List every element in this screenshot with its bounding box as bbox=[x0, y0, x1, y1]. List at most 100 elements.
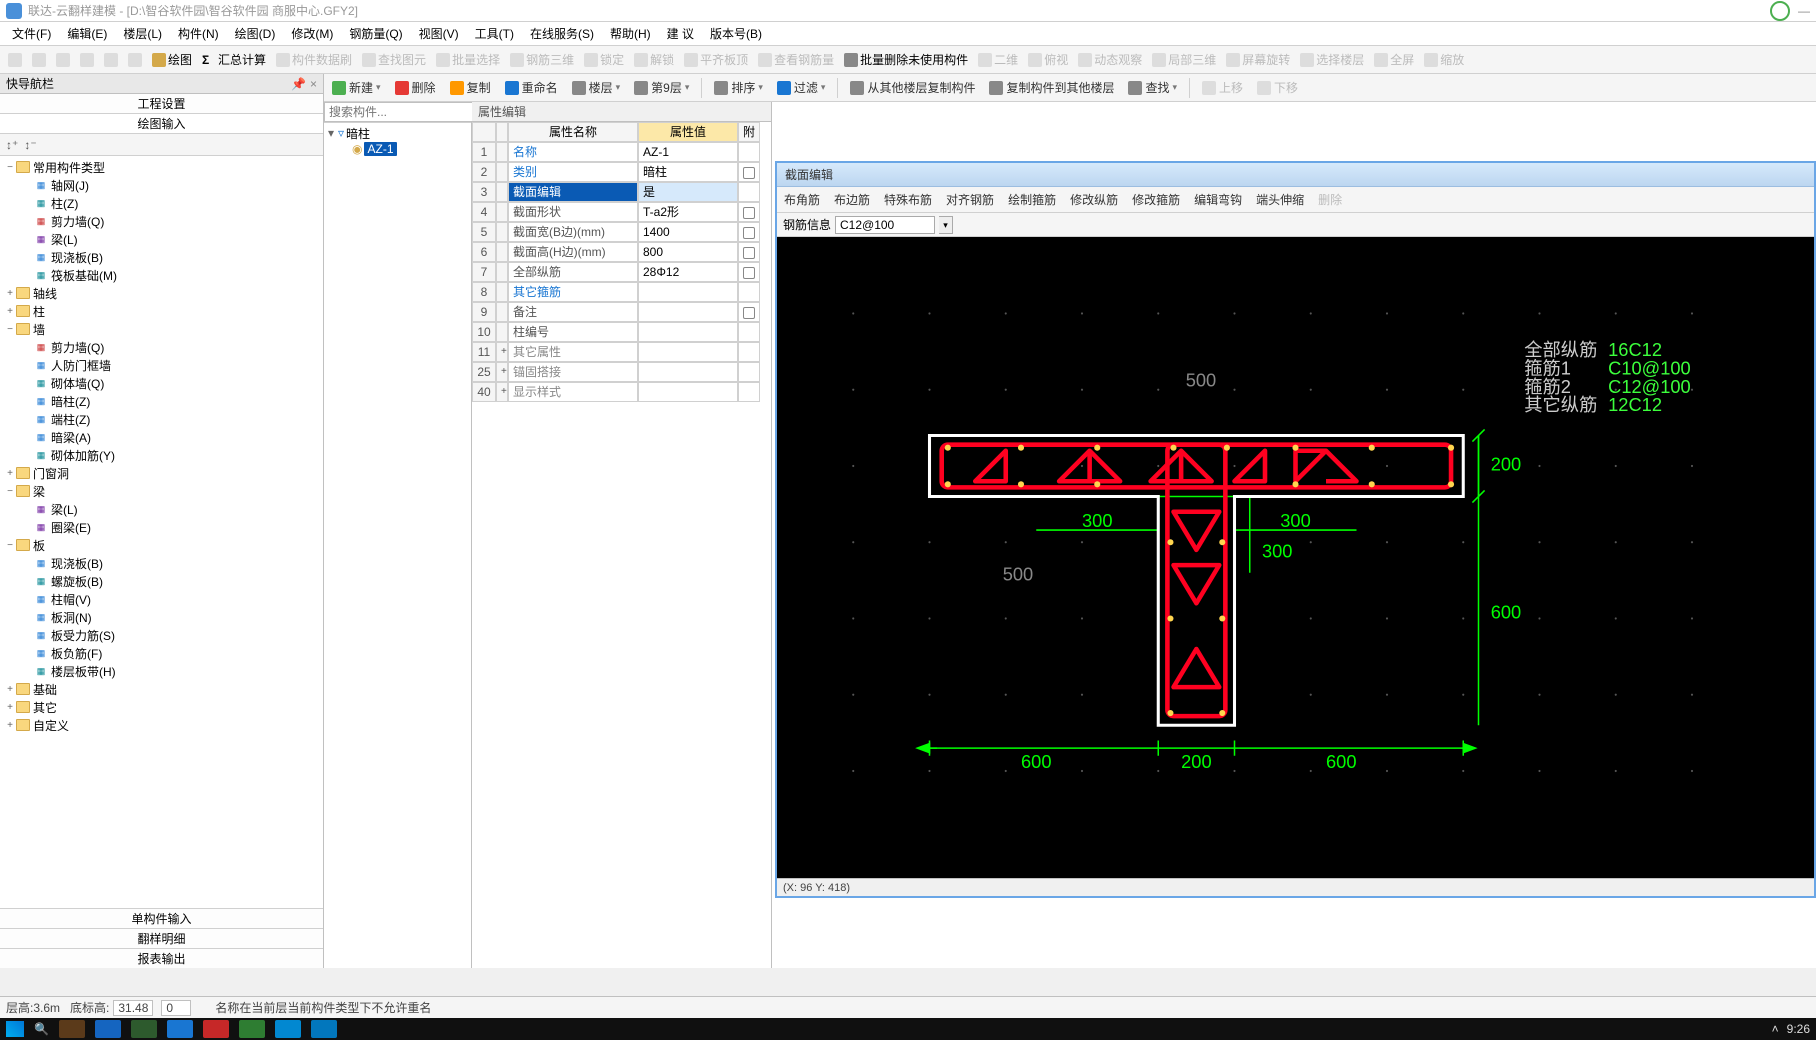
rebar-input[interactable] bbox=[835, 216, 935, 234]
tree-node[interactable]: ▦梁(L) bbox=[0, 500, 323, 518]
clock[interactable]: 9:26 bbox=[1787, 1022, 1810, 1036]
tree-node[interactable]: ▦砌体墙(Q) bbox=[0, 374, 323, 392]
pin-icon[interactable]: 📌 bbox=[291, 77, 306, 91]
subtoolbar-重命名[interactable]: 重命名 bbox=[501, 77, 562, 98]
section-tab[interactable]: 修改箍筋 bbox=[1125, 187, 1187, 212]
prop-value[interactable]: AZ-1 bbox=[638, 142, 738, 162]
collapse-icon[interactable]: ↕⁻ bbox=[24, 138, 36, 152]
tree-node[interactable]: ▦板受力筋(S) bbox=[0, 626, 323, 644]
tree-node[interactable]: −墙 bbox=[0, 320, 323, 338]
menu-item[interactable]: 绘图(D) bbox=[227, 25, 284, 42]
toolbar-item[interactable]: 批量删除未使用构件 bbox=[840, 49, 972, 70]
menu-item[interactable]: 修改(M) bbox=[283, 25, 341, 42]
tree-node[interactable]: ▦暗梁(A) bbox=[0, 428, 323, 446]
prop-checkbox[interactable] bbox=[738, 322, 760, 342]
prop-checkbox[interactable] bbox=[738, 222, 760, 242]
prop-checkbox[interactable] bbox=[738, 142, 760, 162]
expand-icon[interactable]: ↕⁺ bbox=[6, 138, 18, 152]
search-input[interactable] bbox=[324, 102, 489, 122]
tray-up-icon[interactable]: ˄ bbox=[1772, 1022, 1779, 1036]
tree-node[interactable]: ▦板负筋(F) bbox=[0, 644, 323, 662]
menu-item[interactable]: 工具(T) bbox=[467, 25, 522, 42]
task-app-2[interactable] bbox=[95, 1020, 121, 1038]
tree-node[interactable]: ▦轴网(J) bbox=[0, 176, 323, 194]
tree-node[interactable]: +门窗洞 bbox=[0, 464, 323, 482]
tree-node[interactable]: ▦砌体加筋(Y) bbox=[0, 446, 323, 464]
menu-item[interactable]: 构件(N) bbox=[170, 25, 227, 42]
menu-item[interactable]: 文件(F) bbox=[4, 25, 59, 42]
bottom-tab[interactable]: 翻样明细 bbox=[0, 928, 323, 948]
subtoolbar-删除[interactable]: 删除 bbox=[391, 77, 440, 98]
tree-node[interactable]: −板 bbox=[0, 536, 323, 554]
task-app-5[interactable] bbox=[203, 1020, 229, 1038]
prop-expand[interactable]: + bbox=[496, 342, 508, 362]
prop-checkbox[interactable] bbox=[738, 202, 760, 222]
windows-taskbar[interactable]: 🔍 ˄ 9:26 bbox=[0, 1018, 1816, 1040]
tree-node[interactable]: ▦板洞(N) bbox=[0, 608, 323, 626]
task-app-4[interactable] bbox=[167, 1020, 193, 1038]
subtoolbar-新建[interactable]: 新建▾ bbox=[328, 77, 385, 98]
prop-checkbox[interactable] bbox=[738, 242, 760, 262]
tree-node[interactable]: ▦梁(L) bbox=[0, 230, 323, 248]
tree-node[interactable]: ▦楼层板带(H) bbox=[0, 662, 323, 680]
section-tab[interactable]: 布边筋 bbox=[827, 187, 877, 212]
tree-node[interactable]: ▦现浇板(B) bbox=[0, 554, 323, 572]
property-grid[interactable]: 属性名称属性值附1名称AZ-12类别暗柱3截面编辑是4截面形状T-a2形5截面宽… bbox=[472, 122, 771, 402]
task-app-8[interactable] bbox=[311, 1020, 337, 1038]
menu-item[interactable]: 钢筋量(Q) bbox=[341, 25, 410, 42]
prop-value[interactable]: 1400 bbox=[638, 222, 738, 242]
close-panel-icon[interactable]: × bbox=[310, 77, 317, 91]
prop-checkbox[interactable] bbox=[738, 302, 760, 322]
prop-value[interactable] bbox=[638, 302, 738, 322]
prop-value[interactable] bbox=[638, 322, 738, 342]
bottom-elev-value[interactable]: 31.48 bbox=[113, 1000, 153, 1016]
subtoolbar-复制构件到其他楼层[interactable]: 复制构件到其他楼层 bbox=[985, 77, 1118, 98]
mid-root[interactable]: 暗柱 bbox=[346, 125, 370, 142]
bottom-tab[interactable]: 单构件输入 bbox=[0, 908, 323, 928]
start-icon[interactable] bbox=[6, 1021, 24, 1037]
section-tab[interactable]: 端头伸缩 bbox=[1249, 187, 1311, 212]
prop-checkbox[interactable] bbox=[738, 342, 760, 362]
prop-checkbox[interactable] bbox=[738, 262, 760, 282]
prop-checkbox[interactable] bbox=[738, 382, 760, 402]
menu-item[interactable]: 编辑(E) bbox=[59, 25, 115, 42]
tree-node[interactable]: +基础 bbox=[0, 680, 323, 698]
component-tree[interactable]: −常用构件类型▦轴网(J)▦柱(Z)▦剪力墙(Q)▦梁(L)▦现浇板(B)▦筏板… bbox=[0, 156, 323, 908]
search-taskbar-icon[interactable]: 🔍 bbox=[34, 1022, 49, 1036]
prop-value[interactable]: 暗柱 bbox=[638, 162, 738, 182]
menu-item[interactable]: 楼层(L) bbox=[115, 25, 170, 42]
section-tab[interactable]: 编辑弯钩 bbox=[1187, 187, 1249, 212]
subtoolbar-第9层[interactable]: 第9层▾ bbox=[630, 77, 693, 98]
prop-value[interactable]: 800 bbox=[638, 242, 738, 262]
toolbar-item[interactable]: Σ汇总计算 bbox=[198, 49, 270, 70]
subtoolbar-查找[interactable]: 查找▾ bbox=[1124, 77, 1181, 98]
tree-node[interactable]: ▦人防门框墙 bbox=[0, 356, 323, 374]
extra-field[interactable]: 0 bbox=[161, 1000, 191, 1016]
tree-node[interactable]: +其它 bbox=[0, 698, 323, 716]
prop-checkbox[interactable] bbox=[738, 162, 760, 182]
tree-node[interactable]: ▦剪力墙(Q) bbox=[0, 338, 323, 356]
tree-node[interactable]: ▦剪力墙(Q) bbox=[0, 212, 323, 230]
prop-checkbox[interactable] bbox=[738, 362, 760, 382]
tree-node[interactable]: −常用构件类型 bbox=[0, 158, 323, 176]
menu-item[interactable]: 帮助(H) bbox=[602, 25, 659, 42]
rebar-dropdown-icon[interactable]: ▾ bbox=[939, 216, 953, 234]
prop-value[interactable] bbox=[638, 382, 738, 402]
section-tab[interactable]: 对齐钢筋 bbox=[939, 187, 1001, 212]
menu-item[interactable]: 在线服务(S) bbox=[522, 25, 602, 42]
component-instance-tree[interactable]: ▾▿暗柱 ◉AZ-1 bbox=[324, 123, 471, 159]
tree-node[interactable]: ▦筏板基础(M) bbox=[0, 266, 323, 284]
subtoolbar-楼层[interactable]: 楼层▾ bbox=[568, 77, 625, 98]
mid-selected[interactable]: AZ-1 bbox=[364, 142, 396, 156]
prop-value[interactable]: T-a2形 bbox=[638, 202, 738, 222]
section-canvas[interactable]: 200 600 300 300 300 600 200 600 500 500 … bbox=[777, 237, 1814, 878]
prop-value[interactable] bbox=[638, 362, 738, 382]
subtoolbar-过滤[interactable]: 过滤▾ bbox=[773, 77, 830, 98]
tree-node[interactable]: +轴线 bbox=[0, 284, 323, 302]
tree-node[interactable]: +柱 bbox=[0, 302, 323, 320]
prop-expand[interactable]: + bbox=[496, 382, 508, 402]
task-app-6[interactable] bbox=[239, 1020, 265, 1038]
tree-node[interactable]: ▦暗柱(Z) bbox=[0, 392, 323, 410]
tab-project-settings[interactable]: 工程设置 bbox=[0, 94, 323, 114]
tree-node[interactable]: +自定义 bbox=[0, 716, 323, 734]
